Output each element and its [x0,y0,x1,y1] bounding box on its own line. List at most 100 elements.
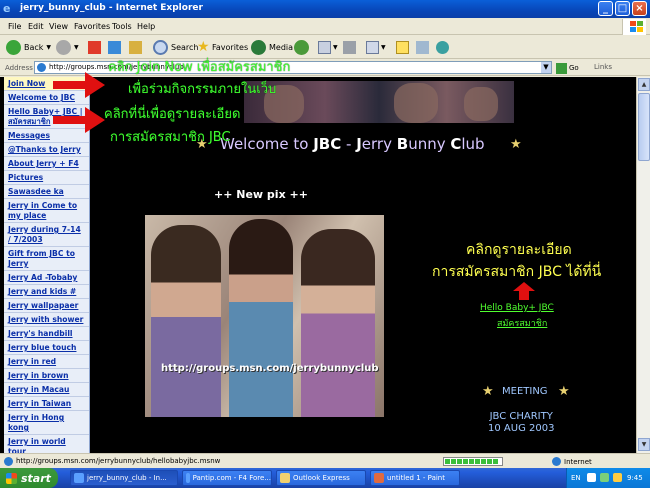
scroll-up-button[interactable]: ▲ [638,78,650,91]
back-button[interactable]: Back ▼ [6,38,51,56]
edit-button[interactable]: ▼ [366,38,386,56]
media-label: Media [269,42,294,52]
forward-button[interactable]: ▼ [56,38,79,56]
sidebar: Join Now Welcome to JBC Hello Baby+ JBC … [4,77,90,453]
media-button[interactable]: Media [251,38,293,56]
sidebar-item-wallpaper[interactable]: Jerry wallpapaer [4,299,89,313]
join-annotation-line1: คลิก Join Now เพื่อสมัครสมาชิก [108,60,291,75]
task-label: Outlook Express [293,474,350,482]
info-text-line1: คลิกดูรายละเอียด [466,242,572,258]
minimize-button[interactable]: _ [598,1,613,16]
toolbar: Back ▼ ▼ Search ★ Favorites Media ▼ ▼ [0,35,650,59]
history-button[interactable] [294,38,312,56]
menu-bar: File Edit View Favorites Tools Help [0,18,650,35]
welcome-jbc: JBC [313,135,342,153]
discuss-button[interactable] [396,38,411,56]
sidebar-item-thanks[interactable]: @Thanks to Jerry [4,143,89,157]
sidebar-item-during[interactable]: Jerry during 7-14 / 7/2003 [4,223,89,247]
windows-logo-icon [622,19,646,35]
menu-edit[interactable]: Edit [28,22,44,31]
ie-logo-icon: e [3,2,11,15]
sidebar-item-brown[interactable]: Jerry in brown [4,369,89,383]
stop-button[interactable] [88,38,103,56]
sidebar-item-world-tour[interactable]: Jerry in world tour [4,435,89,453]
maximize-button[interactable]: □ [615,1,630,16]
mail-button[interactable]: ▼ [318,38,338,56]
home-button[interactable] [129,38,144,56]
print-icon [343,40,356,54]
sidebar-item-pictures[interactable]: Pictures [4,171,89,185]
menu-help[interactable]: Help [137,22,155,31]
welcome-unny: unny [408,135,451,153]
history-icon [294,39,309,55]
vertical-scrollbar[interactable]: ▲ ▼ [636,77,650,453]
sidebar-item-sawasdee[interactable]: Sawasdee ka [4,185,89,199]
sidebar-item-blue-touch[interactable]: Jerry blue touch [4,341,89,355]
sidebar-item-taiwan[interactable]: Jerry in Taiwan [4,397,89,411]
sidebar-item-come-to-my-place[interactable]: Jerry in Come to my place [4,199,89,223]
task-ie[interactable]: jerry_bunny_club - In... [70,470,178,486]
close-button[interactable]: × [632,1,647,16]
edit-icon [366,40,379,54]
title-bar: e jerry_bunny_club - Internet Explorer _… [0,0,650,18]
chevron-down-icon: ▼ [381,43,386,51]
messenger-button[interactable] [416,38,431,56]
go-label: Go [569,64,579,72]
start-button[interactable]: start [0,468,58,488]
hello-baby-link[interactable]: Hello Baby+ JBC [480,303,554,313]
outlook-icon [280,473,290,483]
stop-icon [88,40,101,54]
status-bar: http://groups.msn.com/jerrybunnyclub/hel… [0,453,650,468]
start-label: start [21,471,51,485]
refresh-button[interactable] [108,38,123,56]
star-icon: ★ [197,38,210,55]
favorites-button[interactable]: ★ Favorites [197,38,248,56]
links-button[interactable]: Links [594,63,612,71]
page-icon [4,457,13,466]
language-indicator[interactable]: EN [571,474,581,482]
task-paint[interactable]: untitled 1 - Paint [370,470,460,486]
red-arrow-icon [53,72,105,98]
jerry-photo[interactable]: http://groups.msn.com/jerrybunnyclub [145,215,384,417]
menu-favorites[interactable]: Favorites [74,22,110,31]
sidebar-item-ad[interactable]: Jerry Ad -Tobaby [4,271,89,285]
task-pantip[interactable]: Pantip.com - F4 Fore... [182,470,272,486]
go-button[interactable]: Go [556,62,579,74]
sidebar-item-red[interactable]: Jerry in red [4,355,89,369]
task-outlook[interactable]: Outlook Express [276,470,366,486]
menu-file[interactable]: File [8,22,21,31]
menu-view[interactable]: View [49,22,68,31]
sidebar-item-hong-kong[interactable]: Jerry in Hong kong [4,411,89,435]
welcome-b: B [396,135,409,153]
sidebar-item-shower[interactable]: Jerry with shower [4,313,89,327]
research-button[interactable] [436,38,451,56]
search-button[interactable]: Search [153,38,198,56]
tray-icon[interactable] [587,473,596,482]
up-arrow-icon [513,282,535,300]
ie-icon [186,473,190,483]
sidebar-item-macau[interactable]: Jerry in Macau [4,383,89,397]
menu-tools[interactable]: Tools [112,22,132,31]
tray-icon[interactable] [600,473,609,482]
scroll-thumb[interactable] [638,93,650,161]
star-icon: ★ [510,137,522,152]
search-icon [153,39,168,55]
scroll-down-button[interactable]: ▼ [638,438,650,451]
sidebar-item-about[interactable]: About Jerry + F4 [4,157,89,171]
sidebar-item-kids[interactable]: Jerry and kids # [4,285,89,299]
sidebar-item-gift[interactable]: Gift from JBC to Jerry [4,247,89,271]
search-label: Search [171,42,199,52]
sidebar-item-handbill[interactable]: Jerry's handbill [4,327,89,341]
back-arrow-icon [6,39,21,55]
red-arrow-icon [53,107,105,133]
star-icon: ★ [558,384,570,399]
charity-title: JBC CHARITY [489,411,553,422]
info-text-line2: การสมัครสมาชิก JBC ได้ที่นี่ [432,264,602,280]
forward-arrow-icon [56,39,71,55]
address-dropdown-button[interactable]: ▼ [541,62,551,73]
welcome-c: C [450,135,462,153]
tray-icon[interactable] [613,473,622,482]
system-tray: EN 9:45 [566,468,650,488]
print-button[interactable] [343,38,358,56]
hello-baby-link-thai[interactable]: สมัครสมาชิก [497,316,547,330]
